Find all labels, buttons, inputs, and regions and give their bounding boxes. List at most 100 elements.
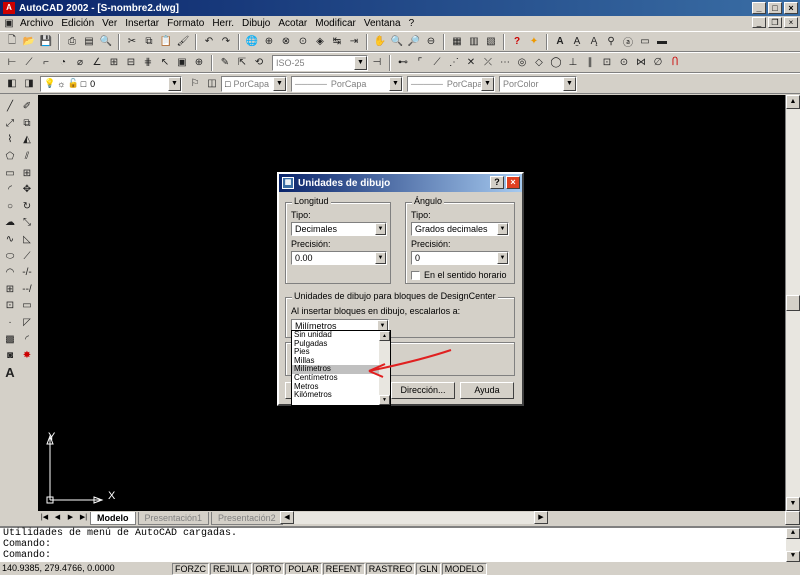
center-mark-icon[interactable]: ⊕ bbox=[191, 55, 207, 71]
color-combo[interactable]: □ PorCapa ▼ bbox=[221, 75, 287, 92]
doc-restore-button[interactable]: ❐ bbox=[768, 17, 782, 28]
status-modelo-button[interactable]: MODELO bbox=[441, 563, 487, 575]
region-icon[interactable]: ◙ bbox=[2, 348, 18, 364]
match-properties-icon[interactable]: 🖌 bbox=[175, 34, 191, 50]
length-precision-select[interactable]: 0.00 ▼ bbox=[291, 251, 387, 265]
mirror-icon[interactable]: ◭ bbox=[19, 132, 35, 148]
make-block-icon[interactable]: ⊡ bbox=[2, 298, 18, 314]
coordinates-readout[interactable]: 140.9385, 279.4766, 0.0000 bbox=[0, 563, 172, 575]
aligned-dim-icon[interactable]: ⟋ bbox=[21, 55, 37, 71]
horizontal-scrollbar[interactable]: ◀ ▶ bbox=[280, 511, 548, 524]
menu-formato[interactable]: Formato bbox=[163, 18, 208, 29]
snap-nearest-icon[interactable]: ⋈ bbox=[633, 55, 649, 71]
rectangle-icon[interactable]: ▭ bbox=[2, 165, 18, 181]
menu-acotar[interactable]: Acotar bbox=[274, 18, 311, 29]
text-icon[interactable]: A bbox=[552, 34, 568, 50]
scroll-up-icon[interactable]: ▲ bbox=[786, 95, 800, 109]
minimize-button[interactable]: _ bbox=[752, 2, 766, 14]
explode-icon[interactable]: ✸ bbox=[19, 348, 35, 364]
snap-from-icon[interactable]: ⌜ bbox=[412, 55, 428, 71]
help-button[interactable]: Ayuda bbox=[460, 382, 514, 399]
copy-icon[interactable]: ⧉ bbox=[141, 34, 157, 50]
status-polar-button[interactable]: POLAR bbox=[285, 563, 322, 575]
scroll-left-icon[interactable]: ◀ bbox=[280, 511, 294, 524]
snap-intersection-icon[interactable]: ✕ bbox=[463, 55, 479, 71]
scroll-up-icon[interactable]: ▲ bbox=[786, 528, 800, 539]
plot-preview-icon[interactable]: ▤ bbox=[81, 34, 97, 50]
scale-icon[interactable]: ⤡ bbox=[19, 215, 35, 231]
snap-center-icon[interactable]: ◎ bbox=[514, 55, 530, 71]
trim-icon[interactable]: -/- bbox=[19, 265, 35, 281]
tolerance-icon[interactable]: ▣ bbox=[174, 55, 190, 71]
snap-midpoint-icon[interactable]: ⋰ bbox=[446, 55, 462, 71]
undo-icon[interactable]: ↶ bbox=[201, 34, 217, 50]
diameter-dim-icon[interactable]: ⌀ bbox=[72, 55, 88, 71]
dim-update-icon[interactable]: ⟲ bbox=[251, 55, 267, 71]
dimstyle-manager-icon[interactable]: ⊣ bbox=[369, 55, 385, 71]
clockwise-checkbox[interactable] bbox=[411, 271, 420, 280]
object-icon[interactable]: ⊙ bbox=[295, 34, 311, 50]
dimstyle-combo[interactable]: ISO-25 ▼ bbox=[272, 54, 368, 71]
scroll-right-icon[interactable]: ▶ bbox=[534, 511, 548, 524]
status-orto-button[interactable]: ORTO bbox=[252, 563, 285, 575]
status-rejilla-button[interactable]: REJILLA bbox=[210, 563, 252, 575]
redo-icon[interactable]: ↷ bbox=[218, 34, 234, 50]
doc-close-button[interactable]: × bbox=[784, 17, 798, 28]
vertical-scrollbar[interactable]: ▲ ▼ bbox=[785, 95, 800, 511]
zoom-window-icon[interactable]: 🔎 bbox=[406, 34, 422, 50]
doc-minimize-button[interactable]: _ bbox=[752, 17, 766, 28]
ordinate-dim-icon[interactable]: ⌐ bbox=[38, 55, 54, 71]
status-forzc-button[interactable]: FORZC bbox=[172, 563, 209, 575]
chevron-down-icon[interactable]: ▼ bbox=[375, 252, 386, 264]
snap-tracking-icon[interactable]: ⊷ bbox=[395, 55, 411, 71]
menu-dibujo[interactable]: Dibujo bbox=[238, 18, 274, 29]
scroll-down-icon[interactable]: ▼ bbox=[786, 551, 800, 562]
next-tab-icon[interactable]: ▶ bbox=[64, 512, 77, 524]
snap-endpoint-icon[interactable]: ⟋ bbox=[429, 55, 445, 71]
layer-combo[interactable]: 💡 ☼ 🔓 □ 0 ▼ bbox=[40, 75, 182, 92]
radius-dim-icon[interactable]: ◔ bbox=[55, 55, 71, 71]
polyline-icon[interactable]: ⌇ bbox=[2, 132, 18, 148]
circle-icon[interactable]: ○ bbox=[2, 199, 18, 215]
snap-perpendicular-icon[interactable]: ⊥ bbox=[565, 55, 581, 71]
maximize-button[interactable]: □ bbox=[768, 2, 782, 14]
menu-help[interactable]: ? bbox=[405, 18, 419, 29]
save-icon[interactable]: 💾 bbox=[38, 34, 54, 50]
command-window[interactable]: Utilidades de menú de AutoCAD cargadas. … bbox=[0, 526, 800, 562]
scroll-thumb[interactable] bbox=[786, 295, 800, 311]
move-icon[interactable]: ✥ bbox=[19, 182, 35, 198]
snap-node-icon[interactable]: ⊙ bbox=[616, 55, 632, 71]
status-gln-button[interactable]: GLN bbox=[416, 563, 441, 575]
osnap-settings-icon[interactable]: Ⴖ bbox=[667, 55, 683, 71]
cut-icon[interactable]: ✂ bbox=[124, 34, 140, 50]
lengthen-icon[interactable]: ⟋ bbox=[19, 248, 35, 264]
chevron-down-icon[interactable]: ▼ bbox=[497, 252, 508, 264]
paste-icon[interactable]: 📋 bbox=[158, 34, 174, 50]
chevron-down-icon[interactable]: ▼ bbox=[273, 76, 286, 91]
snap-parallel-icon[interactable]: ∥ bbox=[582, 55, 598, 71]
construction-line-icon[interactable]: ⤢ bbox=[2, 116, 18, 132]
spell-icon[interactable]: ⓐ bbox=[620, 34, 636, 50]
layers-icon[interactable]: ◨ bbox=[21, 76, 37, 92]
snap-insert-icon[interactable]: ⊡ bbox=[599, 55, 615, 71]
fillet-icon[interactable]: ◜ bbox=[19, 331, 35, 347]
zoom-realtime-icon[interactable]: 🔍 bbox=[389, 34, 405, 50]
publish-icon[interactable]: 🔍 bbox=[98, 34, 114, 50]
close-window-button[interactable]: × bbox=[784, 2, 798, 14]
continue-dim-icon[interactable]: ⋕ bbox=[140, 55, 156, 71]
tab-presentacion1[interactable]: Presentación1 bbox=[137, 511, 210, 525]
chevron-down-icon[interactable]: ▼ bbox=[563, 76, 576, 91]
insert-block-icon[interactable]: ⊞ bbox=[2, 282, 18, 298]
dialog-help-button[interactable]: ? bbox=[490, 176, 504, 189]
command-scrollbar[interactable]: ▲ ▼ bbox=[786, 528, 800, 562]
snap-apparent-icon[interactable]: ⤫ bbox=[480, 55, 496, 71]
layer-previous-icon[interactable]: ◫ bbox=[204, 76, 220, 92]
rotate-icon[interactable]: ↻ bbox=[19, 199, 35, 215]
hatch-icon[interactable]: ▩ bbox=[2, 331, 18, 347]
tab-presentacion2[interactable]: Presentación2 bbox=[211, 511, 283, 525]
chevron-down-icon[interactable]: ▼ bbox=[375, 223, 386, 235]
baseline-dim-icon[interactable]: ⊟ bbox=[123, 55, 139, 71]
find-icon[interactable]: ⚲ bbox=[603, 34, 619, 50]
autocad-app-icon[interactable]: A bbox=[3, 2, 15, 14]
option-kilometros[interactable]: Kilómetros bbox=[292, 391, 379, 400]
